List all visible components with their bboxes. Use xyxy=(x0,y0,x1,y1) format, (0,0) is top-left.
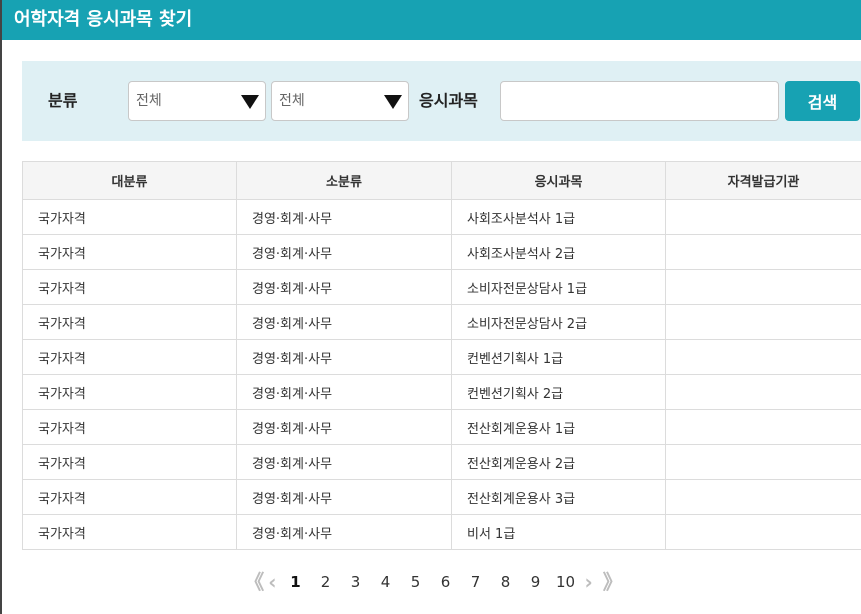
window-title: 어학자격 응시과목 찾기 xyxy=(2,0,861,40)
cell-major-category: 국가자격 xyxy=(22,304,237,340)
cell-major-category: 국가자격 xyxy=(22,409,237,445)
next-page-icon[interactable]: › xyxy=(581,568,597,596)
cell-minor-category: 경영·회계·사무 xyxy=(236,269,452,305)
cell-major-category: 국가자격 xyxy=(22,339,237,375)
first-page-icon[interactable]: 《 xyxy=(238,568,264,596)
cell-major-category: 국가자격 xyxy=(22,374,237,410)
table-header-row: 대분류 소분류 응시과목 자격발급기관 xyxy=(22,161,861,200)
window-frame-edge xyxy=(0,0,2,614)
page-6[interactable]: 6 xyxy=(431,568,461,596)
column-header-minor-category[interactable]: 소분류 xyxy=(236,161,452,200)
cell-minor-category: 경영·회계·사무 xyxy=(236,374,452,410)
cell-subject: 컨벤션기획사 1급 xyxy=(451,339,666,375)
column-header-issuing-agency[interactable]: 자격발급기관 xyxy=(665,161,861,200)
page-7[interactable]: 7 xyxy=(461,568,491,596)
major-category-select[interactable]: 전체 xyxy=(128,81,266,121)
page-5[interactable]: 5 xyxy=(401,568,431,596)
cell-issuing-agency xyxy=(665,269,861,305)
category-label: 분류 xyxy=(48,91,78,110)
cell-issuing-agency xyxy=(665,479,861,515)
major-category-select-value: 전체 xyxy=(136,93,162,109)
table-row[interactable]: 국가자격 경영·회계·사무 비서 1급 xyxy=(22,514,861,550)
cell-major-category: 국가자격 xyxy=(22,269,237,305)
cell-issuing-agency xyxy=(665,409,861,445)
cell-major-category: 국가자격 xyxy=(22,199,237,235)
cell-subject: 사회조사분석사 2급 xyxy=(451,234,666,270)
subject-table: 대분류 소분류 응시과목 자격발급기관 국가자격 경영·회계·사무 사회조사분석… xyxy=(22,161,861,550)
cell-minor-category: 경영·회계·사무 xyxy=(236,234,452,270)
cell-minor-category: 경영·회계·사무 xyxy=(236,409,452,445)
cell-issuing-agency xyxy=(665,199,861,235)
cell-subject: 사회조사분석사 1급 xyxy=(451,199,666,235)
cell-subject: 비서 1급 xyxy=(451,514,666,550)
page-10[interactable]: 10 xyxy=(551,568,581,596)
cell-minor-category: 경영·회계·사무 xyxy=(236,514,452,550)
cell-subject: 소비자전문상담사 2급 xyxy=(451,304,666,340)
minor-category-select-value: 전체 xyxy=(279,93,305,109)
table-row[interactable]: 국가자격 경영·회계·사무 전산회계운용사 1급 xyxy=(22,409,861,445)
cell-issuing-agency xyxy=(665,234,861,270)
table-row[interactable]: 국가자격 경영·회계·사무 전산회계운용사 3급 xyxy=(22,479,861,515)
cell-issuing-agency xyxy=(665,444,861,480)
cell-subject: 전산회계운용사 3급 xyxy=(451,479,666,515)
pagination: 《 ‹ 1 2 3 4 5 6 7 8 9 10 › 》 xyxy=(0,568,861,596)
prev-page-icon[interactable]: ‹ xyxy=(264,568,280,596)
table-row[interactable]: 국가자격 경영·회계·사무 전산회계운용사 2급 xyxy=(22,444,861,480)
caret-down-icon xyxy=(384,95,402,109)
cell-issuing-agency xyxy=(665,304,861,340)
subject-label: 응시과목 xyxy=(419,91,478,110)
cell-minor-category: 경영·회계·사무 xyxy=(236,479,452,515)
page-4[interactable]: 4 xyxy=(371,568,401,596)
table-row[interactable]: 국가자격 경영·회계·사무 소비자전문상담사 2급 xyxy=(22,304,861,340)
subject-search-input[interactable] xyxy=(500,81,779,121)
cell-subject: 전산회계운용사 2급 xyxy=(451,444,666,480)
page-2[interactable]: 2 xyxy=(311,568,341,596)
cell-major-category: 국가자격 xyxy=(22,234,237,270)
table-row[interactable]: 국가자격 경영·회계·사무 소비자전문상담사 1급 xyxy=(22,269,861,305)
minor-category-select[interactable]: 전체 xyxy=(271,81,409,121)
last-page-icon[interactable]: 》 xyxy=(597,568,623,596)
table-row[interactable]: 국가자격 경영·회계·사무 컨벤션기획사 1급 xyxy=(22,339,861,375)
page-1[interactable]: 1 xyxy=(281,568,311,596)
page-9[interactable]: 9 xyxy=(521,568,551,596)
cell-issuing-agency xyxy=(665,374,861,410)
table-row[interactable]: 국가자격 경영·회계·사무 사회조사분석사 2급 xyxy=(22,234,861,270)
cell-issuing-agency xyxy=(665,514,861,550)
search-button[interactable]: 검색 xyxy=(785,81,860,121)
column-header-subject[interactable]: 응시과목 xyxy=(451,161,666,200)
cell-minor-category: 경영·회계·사무 xyxy=(236,444,452,480)
table-row[interactable]: 국가자격 경영·회계·사무 컨벤션기획사 2급 xyxy=(22,374,861,410)
page-3[interactable]: 3 xyxy=(341,568,371,596)
cell-subject: 소비자전문상담사 1급 xyxy=(451,269,666,305)
search-filter-panel: 분류 전체 전체 응시과목 검색 xyxy=(22,61,861,141)
cell-minor-category: 경영·회계·사무 xyxy=(236,339,452,375)
cell-major-category: 국가자격 xyxy=(22,514,237,550)
cell-issuing-agency xyxy=(665,339,861,375)
cell-major-category: 국가자격 xyxy=(22,479,237,515)
cell-subject: 컨벤션기획사 2급 xyxy=(451,374,666,410)
cell-major-category: 국가자격 xyxy=(22,444,237,480)
page-8[interactable]: 8 xyxy=(491,568,521,596)
cell-minor-category: 경영·회계·사무 xyxy=(236,199,452,235)
cell-minor-category: 경영·회계·사무 xyxy=(236,304,452,340)
cell-subject: 전산회계운용사 1급 xyxy=(451,409,666,445)
table-row[interactable]: 국가자격 경영·회계·사무 사회조사분석사 1급 xyxy=(22,199,861,235)
column-header-major-category[interactable]: 대분류 xyxy=(22,161,237,200)
caret-down-icon xyxy=(241,95,259,109)
